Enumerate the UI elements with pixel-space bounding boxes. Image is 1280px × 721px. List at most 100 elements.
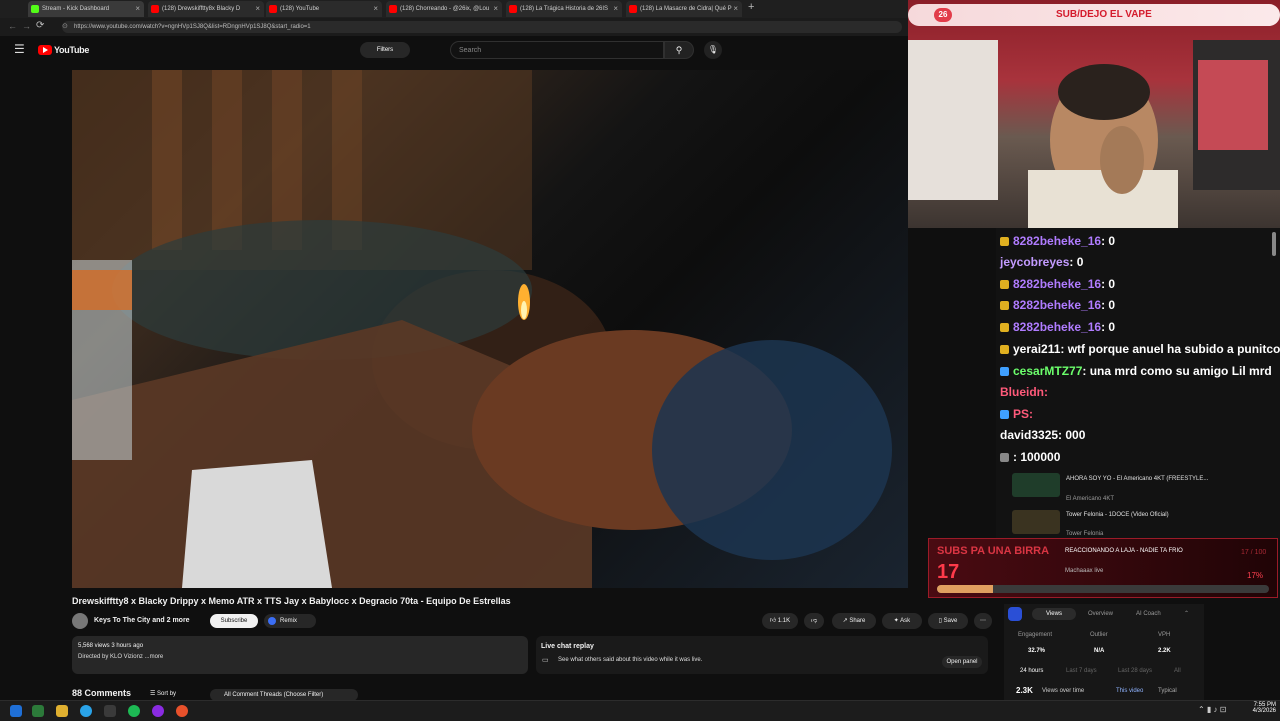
video-frame-art xyxy=(72,70,892,588)
badge-icon xyxy=(1000,280,1009,290)
clock[interactable]: 7:55 PM 4/3/2026 xyxy=(1248,702,1276,714)
app-icon[interactable] xyxy=(32,705,44,717)
chrome-icon[interactable] xyxy=(176,705,188,717)
tab-chorreando[interactable]: (128) Chorreando - @26ix, @Lou × xyxy=(386,1,502,17)
save-button[interactable]: ▯ Save xyxy=(928,613,968,629)
tab-views[interactable]: Views xyxy=(1032,608,1076,620)
close-icon[interactable]: × xyxy=(135,1,140,17)
alert-percent: 17% xyxy=(1247,571,1264,580)
menu-icon[interactable]: ☰ xyxy=(14,42,25,56)
related-video-title[interactable]: Tower Felonia - 1DOCE (Video Oficial) xyxy=(1066,512,1169,518)
more-actions-button[interactable]: ⋯ xyxy=(974,613,992,629)
legend-text: This video xyxy=(1116,688,1144,694)
remix-icon xyxy=(268,617,276,625)
subscribe-button[interactable]: Subscribe xyxy=(210,614,258,628)
metric-value: 32.7% xyxy=(1028,648,1046,654)
spotify-icon[interactable] xyxy=(128,705,140,717)
chat-message: cesarMTZ77: una mrd como su amigo Lil mr… xyxy=(1000,364,1272,378)
new-tab-icon[interactable]: + xyxy=(748,1,754,13)
tab-label: (128) La Masacre de Cidra| Qué P xyxy=(640,6,732,12)
alert-number: 17 xyxy=(937,561,960,583)
remix-button[interactable]: Remix xyxy=(264,614,316,628)
legend-this-video: This video xyxy=(1116,688,1143,694)
voice-search-button[interactable]: 🎙 xyxy=(704,41,722,59)
youtube-logo-text[interactable]: YouTube xyxy=(54,45,89,55)
tab-overview[interactable]: Overview xyxy=(1088,611,1113,617)
chat-user: cesarMTZ77 xyxy=(1013,364,1083,378)
tab-youtube-home[interactable]: (128) YouTube × xyxy=(266,1,382,17)
views-over-time-select[interactable]: Views over time xyxy=(1042,688,1084,694)
badge-icon xyxy=(1000,323,1009,333)
views-total: 2.3K xyxy=(1016,686,1033,695)
forward-icon[interactable]: → xyxy=(22,21,31,31)
sub-goal-banner: 26 SUB/DEJO EL VAPE xyxy=(908,4,1280,26)
start-icon[interactable] xyxy=(10,705,22,717)
range-7d[interactable]: Last 7 days xyxy=(1066,668,1097,674)
app-icon[interactable] xyxy=(104,705,116,717)
channel-avatar[interactable] xyxy=(72,613,88,629)
description-box[interactable]: 5,568 views 3 hours ago Directed by KLO … xyxy=(72,636,528,674)
related-video-channel: El Americano 4KT xyxy=(1066,496,1115,502)
chat-scrollbar[interactable] xyxy=(1272,232,1276,256)
chat-message: 8282beheke_16: 0 xyxy=(1000,298,1115,312)
save-label: Save xyxy=(943,618,958,624)
close-icon[interactable]: × xyxy=(255,1,260,17)
badge-icon xyxy=(1000,301,1009,311)
obs-icon[interactable] xyxy=(152,705,164,717)
edge-icon[interactable] xyxy=(80,705,92,717)
chat-user: 8282beheke_16 xyxy=(1013,277,1102,291)
windows-taskbar: ⌃ ▮ ♪ ⊡ 7:55 PM 4/3/2026 xyxy=(0,700,1280,721)
share-button[interactable]: ↗ Share xyxy=(832,613,876,629)
close-icon[interactable]: × xyxy=(493,1,498,17)
range-28d[interactable]: Last 28 days xyxy=(1118,668,1152,674)
views-line: 5,568 views 3 hours ago xyxy=(78,643,144,649)
clock-date: 4/3/2026 xyxy=(1252,708,1276,714)
chevron-up-icon[interactable]: ⌃ xyxy=(1184,610,1189,617)
back-icon[interactable]: ← xyxy=(8,21,17,31)
kick-icon xyxy=(31,5,39,13)
video-title: Drewskifftty8 x Blacky Drippy x Memo ATR… xyxy=(72,596,511,606)
chat-user: yerai211 xyxy=(1013,342,1061,356)
url-field[interactable]: https://www.youtube.com/watch?v=ngnHVp1S… xyxy=(62,21,902,33)
thumbs-down-icon: 👎︎ xyxy=(810,618,818,624)
ask-button[interactable]: ✦ Ask xyxy=(882,613,922,629)
youtube-logo-icon[interactable] xyxy=(38,45,52,55)
channel-name[interactable]: Keys To The City and 2 more xyxy=(94,617,190,624)
dislike-button[interactable]: 👎︎ xyxy=(804,613,824,629)
video-player[interactable] xyxy=(72,70,908,588)
chat-text: : 100000 xyxy=(1013,450,1061,464)
search-button[interactable]: ⚲ xyxy=(664,41,694,59)
tab-ai-coach[interactable]: AI Coach xyxy=(1136,611,1161,617)
range-all[interactable]: All xyxy=(1174,668,1181,674)
tab-masacre-cidra[interactable]: (128) La Masacre de Cidra| Qué P × xyxy=(626,1,742,17)
close-icon[interactable]: × xyxy=(733,1,738,17)
folder-icon[interactable] xyxy=(56,705,68,717)
sub-alert-overlay: SUBS PA UNA BIRRA 17 REACCIONANDO A LAJA… xyxy=(928,538,1278,598)
description-text: Directed by KLO Vizionz ...more xyxy=(78,654,164,660)
thumbnail[interactable] xyxy=(1012,510,1060,534)
live-chat-replay: Live chat replay ▭ See what others said … xyxy=(536,636,988,674)
search-input[interactable]: Search xyxy=(450,41,664,59)
tab-tragica-historia[interactable]: (128) La Trágica Historia de 26IS × xyxy=(506,1,622,17)
sort-by-button[interactable]: ☰ Sort by xyxy=(150,690,176,697)
close-icon[interactable]: × xyxy=(373,1,378,17)
tray-icons[interactable]: ⌃ ▮ ♪ ⊡ xyxy=(1198,705,1226,714)
filters-label: Filters xyxy=(376,47,394,53)
close-icon[interactable]: × xyxy=(613,1,618,17)
tab-youtube-video[interactable]: (128) Drewskifftty8x Blacky D × xyxy=(148,1,264,17)
thumbnail[interactable] xyxy=(1012,473,1060,497)
filters-button[interactable]: Filters xyxy=(360,42,410,58)
chat-text: : wtf porque anuel ha subido a punitco a… xyxy=(1060,342,1280,356)
metric-label: Engagement xyxy=(1018,632,1053,638)
youtube-icon xyxy=(151,5,159,13)
like-button[interactable]: 👍︎ 1.1K xyxy=(762,613,798,629)
related-video-title[interactable]: AHORA SOY YO - El Americano 4KT (FREESTY… xyxy=(1066,476,1208,482)
reload-icon[interactable]: ⟳ xyxy=(36,20,44,31)
range-24h[interactable]: 24 hours xyxy=(1020,668,1043,674)
open-panel-button[interactable]: Open panel xyxy=(942,656,982,668)
comments-count: 88 Comments xyxy=(72,688,132,698)
tab-kick-dashboard[interactable]: Stream - Kick Dashboard × xyxy=(28,1,144,17)
chat-text: : 0 xyxy=(1069,255,1084,269)
chat-text: : una mrd como su amigo Lil mrd xyxy=(1082,364,1272,378)
chat-text: : 0 xyxy=(1101,277,1116,291)
